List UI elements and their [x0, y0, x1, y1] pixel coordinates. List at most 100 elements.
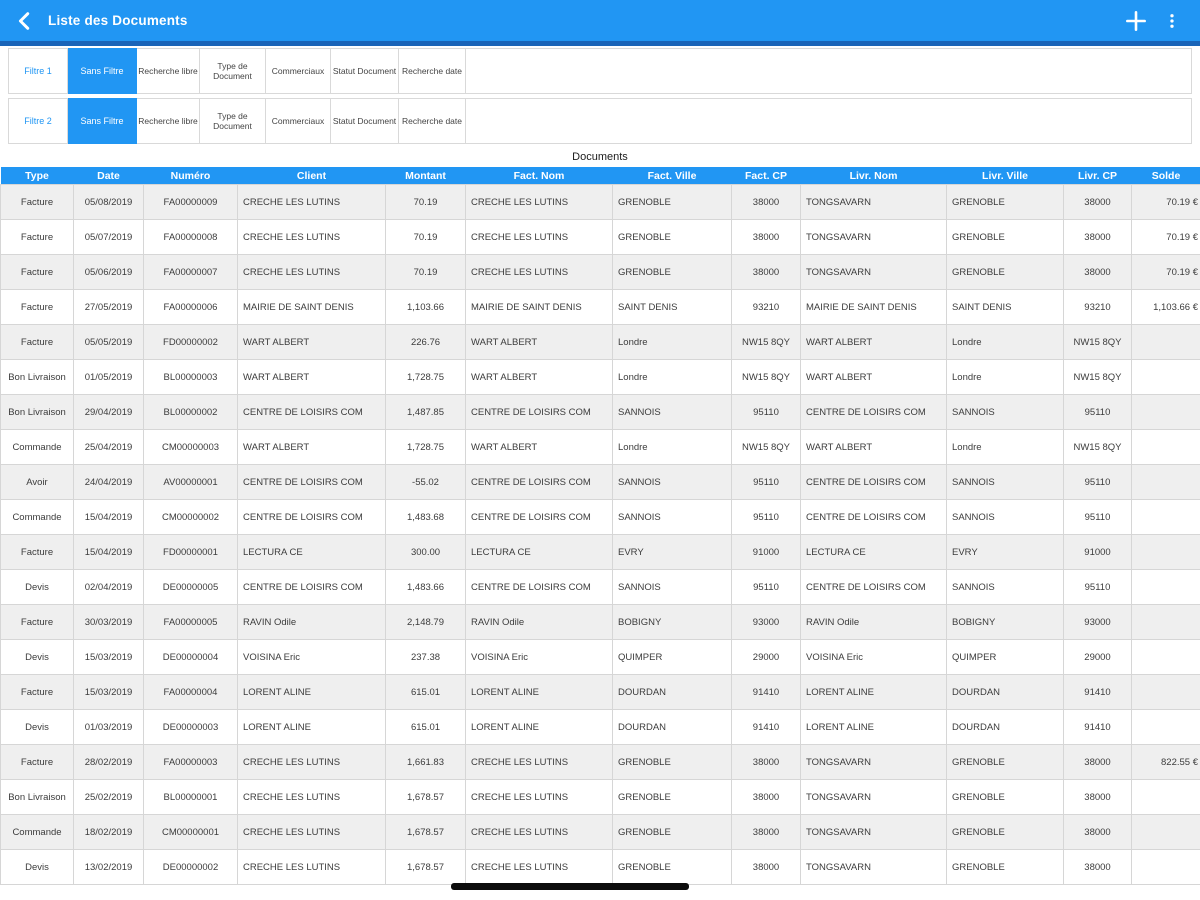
- col-header-livr-nom[interactable]: Livr. Nom: [800, 167, 947, 185]
- cell-fact-cp: 38000: [731, 814, 801, 850]
- cell-montant: 1,678.57: [385, 779, 466, 815]
- cell-fact-ville: EVRY: [612, 534, 732, 570]
- col-header-fact-cp[interactable]: Fact. CP: [731, 167, 801, 185]
- table-row[interactable]: Devis 01/03/2019 DE00000003 LORENT ALINE…: [0, 709, 1200, 745]
- cell-livr-nom: TONGSAVARN: [800, 849, 947, 885]
- cell-type: Facture: [0, 674, 74, 710]
- cell-livr-nom: RAVIN Odile: [800, 604, 947, 640]
- table-row[interactable]: Devis 02/04/2019 DE00000005 CENTRE DE LO…: [0, 569, 1200, 605]
- col-header-livr-ville[interactable]: Livr. Ville: [946, 167, 1064, 185]
- filter2-label[interactable]: Filtre 2: [8, 98, 68, 144]
- filter2-recherche-date-button[interactable]: Recherche date: [399, 98, 466, 144]
- cell-fact-cp: NW15 8QY: [731, 324, 801, 360]
- cell-fact-ville: Londre: [612, 359, 732, 395]
- col-header-type[interactable]: Type: [0, 167, 74, 185]
- filter1-commerciaux-button[interactable]: Commerciaux: [266, 48, 331, 94]
- table-row[interactable]: Facture 28/02/2019 FA00000003 CRECHE LES…: [0, 744, 1200, 780]
- col-header-livr-cp[interactable]: Livr. CP: [1063, 167, 1132, 185]
- filter2-type-document-button[interactable]: Type de Document: [200, 98, 266, 144]
- table-row[interactable]: Facture 05/08/2019 FA00000009 CRECHE LES…: [0, 184, 1200, 220]
- back-button[interactable]: [10, 6, 40, 36]
- table-row[interactable]: Facture 27/05/2019 FA00000006 MAIRIE DE …: [0, 289, 1200, 325]
- filter1-statut-document-button[interactable]: Statut Document: [331, 48, 399, 94]
- cell-client: CRECHE LES LUTINS: [237, 779, 386, 815]
- filter1-type-document-button[interactable]: Type de Document: [200, 48, 266, 94]
- documents-table: Type Date Numéro Client Montant Fact. No…: [0, 167, 1200, 885]
- table-row[interactable]: Commande 25/04/2019 CM00000003 WART ALBE…: [0, 429, 1200, 465]
- table-row[interactable]: Commande 15/04/2019 CM00000002 CENTRE DE…: [0, 499, 1200, 535]
- cell-client: CRECHE LES LUTINS: [237, 184, 386, 220]
- col-header-numero[interactable]: Numéro: [143, 167, 238, 185]
- cell-montant: 1,103.66: [385, 289, 466, 325]
- col-header-fact-ville[interactable]: Fact. Ville: [612, 167, 732, 185]
- table-row[interactable]: Bon Livraison 01/05/2019 BL00000003 WART…: [0, 359, 1200, 395]
- table-row[interactable]: Facture 15/03/2019 FA00000004 LORENT ALI…: [0, 674, 1200, 710]
- cell-numero: BL00000002: [143, 394, 238, 430]
- cell-montant: 226.76: [385, 324, 466, 360]
- cell-montant: 237.38: [385, 639, 466, 675]
- filter1-recherche-date-button[interactable]: Recherche date: [399, 48, 466, 94]
- cell-date: 15/03/2019: [73, 674, 144, 710]
- cell-livr-ville: SANNOIS: [946, 464, 1064, 500]
- table-row[interactable]: Facture 05/06/2019 FA00000007 CRECHE LES…: [0, 254, 1200, 290]
- cell-fact-cp: NW15 8QY: [731, 359, 801, 395]
- cell-date: 05/08/2019: [73, 184, 144, 220]
- table-row[interactable]: Avoir 24/04/2019 AV00000001 CENTRE DE LO…: [0, 464, 1200, 500]
- cell-livr-ville: QUIMPER: [946, 639, 1064, 675]
- cell-livr-nom: WART ALBERT: [800, 359, 947, 395]
- cell-montant: 1,483.66: [385, 569, 466, 605]
- cell-livr-nom: TONGSAVARN: [800, 814, 947, 850]
- cell-fact-nom: WART ALBERT: [465, 359, 613, 395]
- table-row[interactable]: Facture 30/03/2019 FA00000005 RAVIN Odil…: [0, 604, 1200, 640]
- filter1-recherche-libre-button[interactable]: Recherche libre: [137, 48, 200, 94]
- cell-solde: [1131, 604, 1200, 640]
- filter1-label[interactable]: Filtre 1: [8, 48, 68, 94]
- table-row[interactable]: Devis 13/02/2019 DE00000002 CRECHE LES L…: [0, 849, 1200, 885]
- cell-fact-nom: CENTRE DE LOISIRS COM: [465, 394, 613, 430]
- cell-client: CRECHE LES LUTINS: [237, 744, 386, 780]
- cell-date: 27/05/2019: [73, 289, 144, 325]
- filter1-sans-filtre-button[interactable]: Sans Filtre: [68, 48, 137, 94]
- filter2-recherche-libre-button[interactable]: Recherche libre: [137, 98, 200, 144]
- filter2-statut-document-button[interactable]: Statut Document: [331, 98, 399, 144]
- cell-montant: 615.01: [385, 674, 466, 710]
- cell-fact-nom: LORENT ALINE: [465, 674, 613, 710]
- add-document-button[interactable]: [1118, 3, 1154, 39]
- table-row[interactable]: Commande 18/02/2019 CM00000001 CRECHE LE…: [0, 814, 1200, 850]
- horizontal-scrollbar[interactable]: [451, 883, 689, 890]
- table-row[interactable]: Bon Livraison 25/02/2019 BL00000001 CREC…: [0, 779, 1200, 815]
- cell-date: 15/04/2019: [73, 534, 144, 570]
- table-row[interactable]: Facture 15/04/2019 FD00000001 LECTURA CE…: [0, 534, 1200, 570]
- table-title: Documents: [572, 151, 628, 163]
- cell-fact-ville: Londre: [612, 429, 732, 465]
- cell-fact-ville: GRENOBLE: [612, 744, 732, 780]
- table-row[interactable]: Bon Livraison 29/04/2019 BL00000002 CENT…: [0, 394, 1200, 430]
- cell-fact-nom: CRECHE LES LUTINS: [465, 744, 613, 780]
- cell-livr-cp: 38000: [1063, 814, 1132, 850]
- cell-solde: 1,103.66 €: [1131, 289, 1200, 325]
- cell-fact-ville: GRENOBLE: [612, 254, 732, 290]
- cell-solde: [1131, 499, 1200, 535]
- filter2-commerciaux-button[interactable]: Commerciaux: [266, 98, 331, 144]
- cell-solde: [1131, 569, 1200, 605]
- three-dot-menu-icon: [1170, 13, 1174, 28]
- table-row[interactable]: Facture 05/07/2019 FA00000008 CRECHE LES…: [0, 219, 1200, 255]
- col-header-client[interactable]: Client: [237, 167, 386, 185]
- filter2-sans-filtre-button[interactable]: Sans Filtre: [68, 98, 137, 144]
- cell-livr-cp: NW15 8QY: [1063, 429, 1132, 465]
- page-title: Liste des Documents: [48, 13, 188, 28]
- cell-fact-cp: 38000: [731, 849, 801, 885]
- cell-date: 25/02/2019: [73, 779, 144, 815]
- col-header-fact-nom[interactable]: Fact. Nom: [465, 167, 613, 185]
- cell-type: Commande: [0, 429, 74, 465]
- col-header-date[interactable]: Date: [73, 167, 144, 185]
- table-row[interactable]: Facture 05/05/2019 FD00000002 WART ALBER…: [0, 324, 1200, 360]
- col-header-montant[interactable]: Montant: [385, 167, 466, 185]
- cell-livr-cp: 95110: [1063, 464, 1132, 500]
- overflow-menu-button[interactable]: [1154, 3, 1190, 39]
- cell-livr-ville: DOURDAN: [946, 709, 1064, 745]
- cell-fact-cp: 95110: [731, 569, 801, 605]
- table-row[interactable]: Devis 15/03/2019 DE00000004 VOISINA Eric…: [0, 639, 1200, 675]
- col-header-solde[interactable]: Solde: [1131, 167, 1200, 185]
- filters-panel: Filtre 1 Sans Filtre Recherche libre Typ…: [8, 48, 1192, 144]
